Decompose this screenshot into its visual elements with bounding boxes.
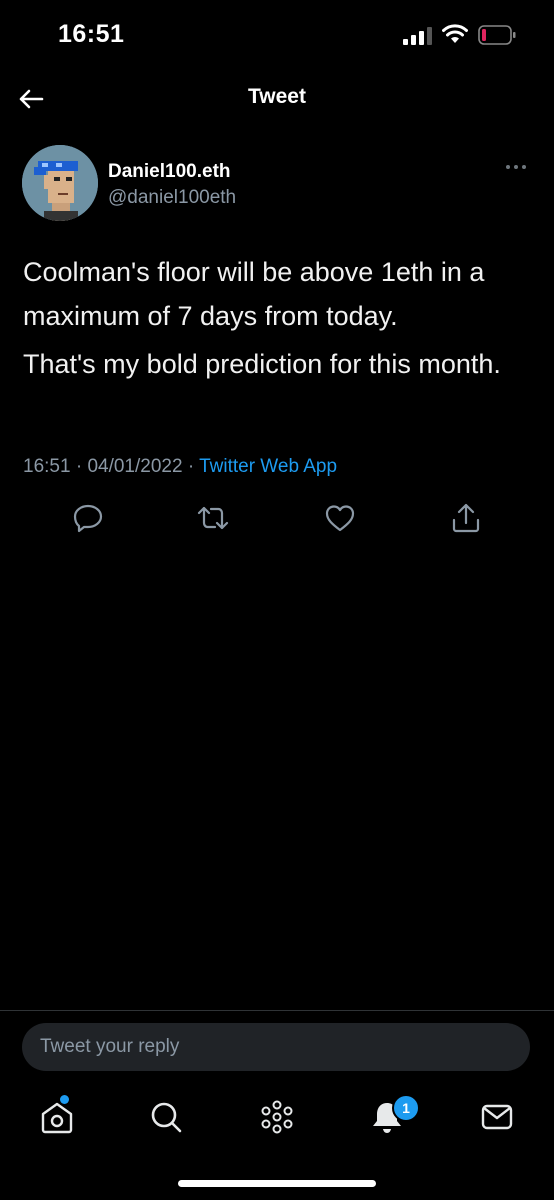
- status-bar: 16:51: [0, 0, 554, 70]
- tweet-timestamp: 16:51 · 04/01/2022 · Twitter Web App: [23, 456, 337, 478]
- home-unread-dot: [60, 1095, 69, 1104]
- search-icon[interactable]: [146, 1097, 186, 1137]
- author-display-name[interactable]: Daniel100.eth: [108, 161, 231, 183]
- messages-icon[interactable]: [477, 1097, 517, 1137]
- tweet-paragraph: Coolman's floor will be above 1eth in a …: [23, 257, 485, 331]
- home-icon[interactable]: [37, 1097, 77, 1137]
- tweet-time: 16:51: [23, 456, 71, 477]
- avatar[interactable]: [22, 145, 98, 221]
- author-handle[interactable]: @daniel100eth: [108, 187, 236, 209]
- tweet-paragraph: That's my bold prediction for this month…: [23, 349, 501, 379]
- home-indicator: [178, 1180, 376, 1187]
- spaces-icon[interactable]: [257, 1097, 297, 1137]
- nav-header: Tweet: [0, 70, 554, 128]
- cellular-signal-icon: [403, 27, 432, 45]
- like-icon[interactable]: [322, 500, 358, 536]
- battery-low-icon: [478, 25, 516, 45]
- pixel-avatar-icon: [22, 145, 98, 221]
- status-time: 16:51: [58, 20, 125, 48]
- notification-badge: 1: [392, 1094, 420, 1122]
- tweet-detail-screen: 16:51 Tweet Daniel100.eth @daniel100eth …: [0, 0, 554, 1200]
- tweet-text: Coolman's floor will be above 1eth in a …: [23, 250, 534, 390]
- bottom-tab-bar: 1: [0, 1085, 554, 1155]
- meta-separator: ·: [75, 456, 83, 477]
- retweet-icon[interactable]: [195, 500, 231, 536]
- reply-icon[interactable]: [70, 500, 106, 536]
- reply-composer: Tweet your reply: [0, 1010, 554, 1083]
- more-options-icon[interactable]: [504, 161, 528, 173]
- share-icon[interactable]: [448, 500, 484, 536]
- wifi-icon: [442, 24, 468, 43]
- reply-input[interactable]: Tweet your reply: [22, 1023, 530, 1071]
- tweet-author: Daniel100.eth @daniel100eth: [22, 145, 532, 225]
- tweet-source-link[interactable]: Twitter Web App: [199, 456, 337, 477]
- page-title: Tweet: [248, 85, 306, 108]
- tweet-date: 04/01/2022: [87, 456, 183, 477]
- meta-separator: ·: [187, 456, 195, 477]
- tweet-action-bar: [0, 500, 554, 540]
